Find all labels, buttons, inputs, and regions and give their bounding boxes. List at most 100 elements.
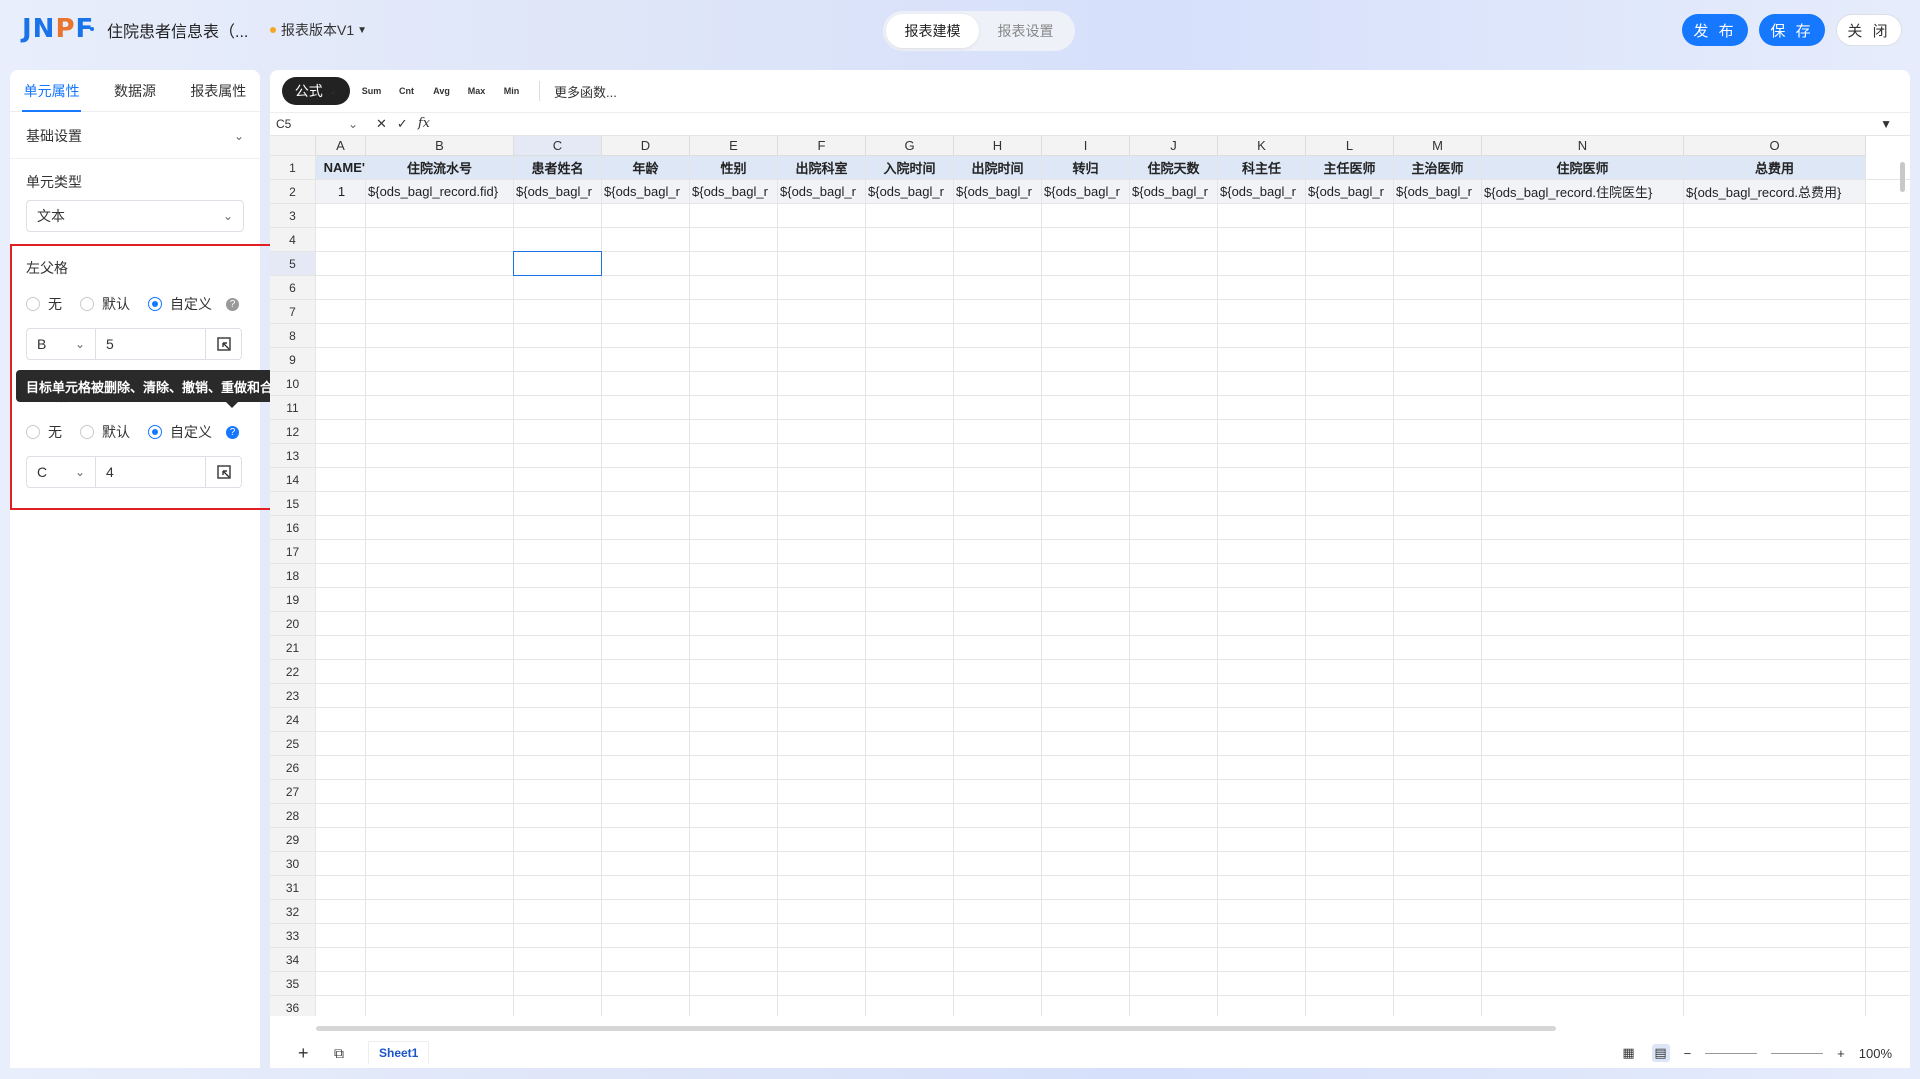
tab-report-properties[interactable]: 报表属性 (177, 70, 260, 111)
data-cell[interactable]: ${ods_bagl_r (690, 180, 777, 203)
row-header[interactable]: 22 (270, 660, 316, 684)
row-header[interactable]: 26 (270, 756, 316, 780)
data-cell[interactable]: ${ods_bagl_r (866, 180, 953, 203)
tab-data-source[interactable]: 数据源 (93, 70, 176, 111)
data-cell[interactable]: ${ods_bagl_r (514, 180, 601, 203)
header-cell[interactable]: 出院科室 (778, 156, 865, 179)
tab-cell-properties[interactable]: 单元属性 (10, 70, 93, 112)
column-header-h[interactable]: H (954, 136, 1042, 156)
column-header-b[interactable]: B (366, 136, 514, 156)
add-sheet-icon[interactable]: + (298, 1043, 309, 1064)
table-view-icon[interactable]: ▤ (1651, 1044, 1670, 1062)
row-header[interactable]: 11 (270, 396, 316, 420)
row-header[interactable]: 17 (270, 540, 316, 564)
data-cell[interactable]: ${ods_bagl_r (954, 180, 1041, 203)
row-header[interactable]: 5 (270, 252, 316, 276)
header-cell[interactable]: 主任医师 (1306, 156, 1393, 179)
header-cell[interactable]: 年龄 (602, 156, 689, 179)
row-header[interactable]: 3 (270, 204, 316, 228)
data-cell[interactable]: ${ods_bagl_r (778, 180, 865, 203)
row-header[interactable]: 6 (270, 276, 316, 300)
row-header[interactable]: 15 (270, 492, 316, 516)
grid-layout-icon[interactable]: ▦ (1620, 1044, 1638, 1062)
select-all-corner[interactable] (270, 136, 316, 156)
row-header[interactable]: 13 (270, 444, 316, 468)
row-header[interactable]: 8 (270, 324, 316, 348)
header-cell[interactable]: 转归 (1042, 156, 1129, 179)
column-header-f[interactable]: F (778, 136, 866, 156)
function-icon[interactable]: fx (418, 116, 430, 132)
data-cell[interactable]: ${ods_bagl_r (1306, 180, 1393, 203)
column-header-l[interactable]: L (1306, 136, 1394, 156)
average-function-button[interactable]: Avg (428, 86, 455, 96)
row-header[interactable]: 23 (270, 684, 316, 708)
header-cell[interactable]: NAME' (316, 156, 365, 179)
header-cell[interactable]: 主治医师 (1394, 156, 1481, 179)
cell-type-select[interactable]: 文本 ⌄ (26, 200, 244, 232)
horizontal-scrollbar[interactable] (316, 1026, 1556, 1031)
confirm-icon[interactable]: ✓ (397, 116, 408, 132)
data-cell[interactable]: ${ods_bagl_r (1042, 180, 1129, 203)
save-button[interactable]: 保 存 (1759, 14, 1825, 46)
header-cell[interactable]: 入院时间 (866, 156, 953, 179)
column-header-c[interactable]: C (514, 136, 602, 156)
name-box[interactable]: C5 ⌄ (270, 117, 364, 131)
row-header[interactable]: 35 (270, 972, 316, 996)
row-header[interactable]: 27 (270, 780, 316, 804)
data-cell[interactable]: ${ods_bagl_r (1130, 180, 1217, 203)
sheet-tab[interactable]: Sheet1 (368, 1041, 430, 1065)
row-header[interactable]: 16 (270, 516, 316, 540)
header-cell[interactable]: 住院天数 (1130, 156, 1217, 179)
header-cell[interactable]: 性别 (690, 156, 777, 179)
version-dropdown[interactable]: 报表版本V1 ▼ (270, 20, 367, 40)
column-header-n[interactable]: N (1482, 136, 1684, 156)
vertical-scrollbar[interactable] (1900, 162, 1905, 192)
column-header-a[interactable]: A (316, 136, 366, 156)
row-header[interactable]: 31 (270, 876, 316, 900)
column-header-o[interactable]: O (1684, 136, 1866, 156)
tab-report-settings[interactable]: 报表设置 (979, 14, 1072, 48)
zoom-slider[interactable] (1705, 1052, 1758, 1054)
column-header-g[interactable]: G (866, 136, 954, 156)
row-header[interactable]: 33 (270, 924, 316, 948)
header-cell[interactable]: 出院时间 (954, 156, 1041, 179)
row-header[interactable]: 34 (270, 948, 316, 972)
data-cell[interactable]: ${ods_bagl_r (1218, 180, 1305, 203)
sheet-list-icon[interactable]: ⧉ (334, 1045, 344, 1062)
column-header-d[interactable]: D (602, 136, 690, 156)
tab-report-modeling[interactable]: 报表建模 (886, 14, 979, 48)
data-cell[interactable]: ${ods_bagl_r (602, 180, 689, 203)
column-header-e[interactable]: E (690, 136, 778, 156)
expand-formula-bar-icon[interactable]: ▼ (1880, 117, 1892, 131)
count-function-button[interactable]: Cnt (393, 86, 420, 96)
row-header[interactable]: 1 (270, 156, 316, 180)
row-header[interactable]: 2 (270, 180, 316, 204)
cancel-icon[interactable]: ✕ (376, 116, 387, 132)
row-header[interactable]: 12 (270, 420, 316, 444)
row-header[interactable]: 36 (270, 996, 316, 1016)
header-cell[interactable]: 住院流水号 (366, 156, 513, 179)
header-cell[interactable]: 总费用 (1684, 156, 1865, 179)
column-header-m[interactable]: M (1394, 136, 1482, 156)
zoom-out-icon[interactable]: − (1684, 1046, 1692, 1061)
row-header[interactable]: 18 (270, 564, 316, 588)
column-header-j[interactable]: J (1130, 136, 1218, 156)
row-header[interactable]: 14 (270, 468, 316, 492)
row-header[interactable]: 29 (270, 828, 316, 852)
more-functions-button[interactable]: 更多函数... (554, 82, 617, 101)
row-header[interactable]: 9 (270, 348, 316, 372)
sheet-grid[interactable]: A B C D E F G H I J K L M N O 1 2 3 4 5 6 7 8 9 10 11 12 13 14 15 16 17… (270, 136, 1910, 1016)
row-header[interactable]: 25 (270, 732, 316, 756)
column-header-i[interactable]: I (1042, 136, 1130, 156)
row-header[interactable]: 21 (270, 636, 316, 660)
data-cell[interactable]: ${ods_bagl_r (1394, 180, 1481, 203)
data-cell[interactable]: ${ods_bagl_record.住院医生} (1482, 180, 1683, 203)
formula-button[interactable]: 公式 ⌄ (282, 77, 350, 105)
row-header[interactable]: 20 (270, 612, 316, 636)
data-cell[interactable]: ${ods_bagl_record.总费用} (1684, 180, 1865, 203)
close-button[interactable]: 关 闭 (1836, 14, 1902, 46)
row-header[interactable]: 7 (270, 300, 316, 324)
max-function-button[interactable]: Max (463, 86, 490, 96)
data-cell[interactable]: 1 (316, 180, 365, 203)
row-header[interactable]: 4 (270, 228, 316, 252)
